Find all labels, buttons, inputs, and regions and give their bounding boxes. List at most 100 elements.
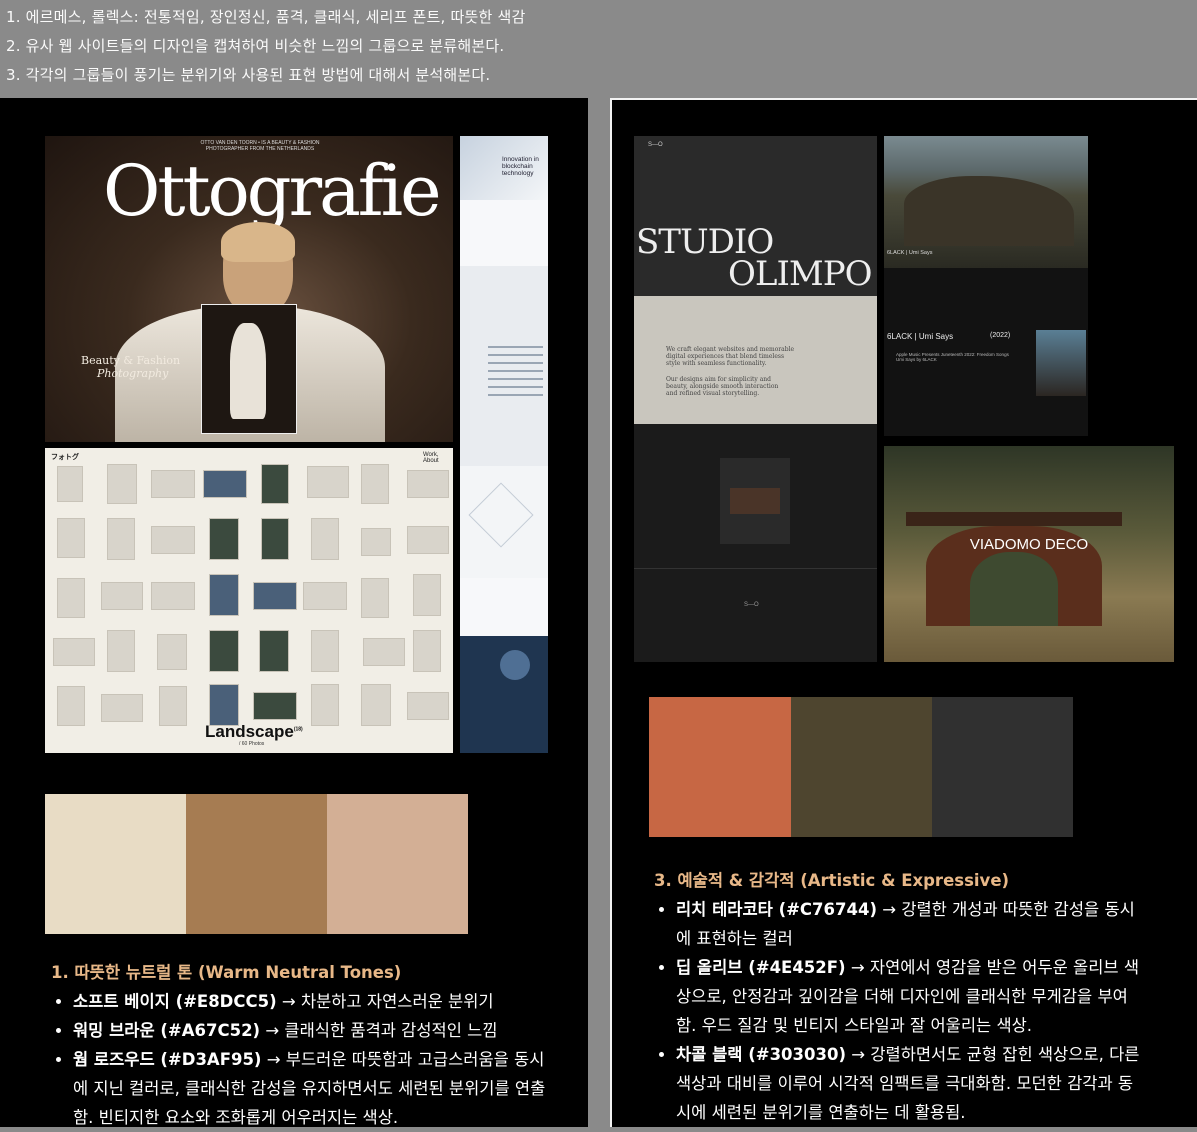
studio-project-thumb (730, 488, 780, 514)
landscape-nav[interactable]: Work, About (423, 452, 453, 464)
landscape-logo: フォトグ (51, 454, 79, 461)
photo-thumb[interactable] (57, 466, 83, 502)
photo-thumb[interactable] (159, 686, 187, 726)
divider (634, 568, 877, 569)
swatch-warm-rosewood (327, 794, 468, 934)
blockchain-section-4 (460, 466, 548, 578)
photo-thumb[interactable] (407, 470, 449, 498)
photo-thumb[interactable] (253, 692, 297, 720)
blockchain-section-2 (460, 200, 548, 266)
photo-thumb[interactable] (311, 518, 339, 560)
photo-thumb[interactable] (203, 470, 247, 498)
studio-body-2: Our designs aim for simplicity and beaut… (666, 376, 779, 397)
list-item: 웜 로즈우드 (#D3AF95) → 부드러운 따뜻함과 고급스러움을 동시에 … (73, 1045, 556, 1132)
photo-thumb[interactable] (209, 574, 239, 616)
photo-thumb[interactable] (311, 684, 339, 726)
instruction-line-3: 3. 각각의 그룹들이 풍기는 분위기와 사용된 표현 방법에 대해서 분석해본… (6, 66, 491, 84)
photo-thumb[interactable] (101, 582, 143, 610)
photo-thumb[interactable] (57, 518, 85, 558)
photo-thumb[interactable] (407, 526, 449, 554)
photo-thumb[interactable] (209, 630, 239, 672)
6lack-title: 6LACK | Umi Says (887, 332, 954, 341)
list-item: 소프트 베이지 (#E8DCC5) → 차분하고 자연스러운 분위기 (73, 987, 556, 1016)
table-top (906, 512, 1122, 526)
studio-about-section: We craft elegant websites and memorable … (634, 296, 877, 424)
photo-thumb[interactable] (311, 630, 339, 672)
blockchain-section-3 (460, 266, 548, 466)
photo-thumb[interactable] (57, 578, 85, 618)
viadomo-title: VIADOMO DECO (969, 536, 1089, 553)
photo-thumb[interactable] (307, 466, 349, 498)
photo-thumb[interactable] (151, 526, 195, 554)
studio-footer-logo: S—O (744, 602, 759, 608)
studio-body-1: We craft elegant websites and memorable … (666, 346, 795, 367)
photo-thumb[interactable] (303, 582, 347, 610)
photo-thumb[interactable] (107, 518, 135, 560)
blockchain-bullets (488, 346, 543, 348)
list-item: 차콜 블랙 (#303030) → 강렬하면서도 균형 잡힌 색상으로, 다른 … (676, 1040, 1144, 1127)
photo-thumb[interactable] (151, 582, 195, 610)
photo-thumb[interactable] (407, 692, 449, 720)
6lack-description: Apple Music Presents Juneteenth 2022: Fr… (896, 352, 1009, 362)
studio-logo: S—O (648, 142, 663, 148)
photo-thumb[interactable] (209, 684, 239, 726)
photo-thumb[interactable] (361, 528, 391, 556)
color-desc: → 클래식한 품격과 감성적인 느낌 (260, 1021, 498, 1040)
notes-heading: 3. 예술적 & 감각적 (Artistic & Expressive) (654, 871, 1010, 890)
photo-thumb[interactable] (259, 630, 289, 672)
6lack-screenshot: 6LACK | Umi Says 6LACK | Umi Says (2022)… (884, 136, 1088, 436)
photo-thumb[interactable] (101, 694, 143, 722)
right-moodboard-panel: S—O STUDIO OLIMPO We craft elegant websi… (610, 98, 1197, 1127)
swatch-soft-beige (45, 794, 186, 934)
inset-photo (201, 304, 297, 434)
inset-figure (230, 323, 266, 419)
swatch-charcoal-black (932, 697, 1073, 837)
photo-thumb[interactable] (363, 638, 405, 666)
photo-thumb[interactable] (261, 518, 289, 560)
blockchain-footer (460, 636, 548, 753)
photo-thumb[interactable] (253, 582, 297, 610)
model-hair (221, 222, 295, 262)
color-name: 워밍 브라운 (#A67C52) (73, 1021, 261, 1040)
viadomo-screenshot: VIADOMO DECO (884, 446, 1174, 662)
landscape-count: (18) (293, 726, 303, 733)
landscape-screenshot: フォトグ Work, About Landscape(18) / 60 Phot… (45, 448, 453, 753)
photo-thumb[interactable] (53, 638, 95, 666)
swatch-deep-olive (791, 697, 932, 837)
left-moodboard-panel: OTTO VAN DEN TOORN • IS A BEAUTY & FASHI… (0, 98, 588, 1127)
warm-neutral-notes: 1. 따뜻한 뉴트럴 톤 (Warm Neutral Tones) 소프트 베이… (51, 958, 556, 1132)
ottografie-screenshot: OTTO VAN DEN TOORN • IS A BEAUTY & FASHI… (45, 136, 453, 442)
photo-thumb[interactable] (261, 464, 289, 504)
instructions-header: 1. 에르메스, 롤렉스: 전통적임, 장인정신, 품격, 클래식, 세리프 폰… (0, 0, 1197, 98)
artistic-notes: 3. 예술적 & 감각적 (Artistic & Expressive) 리치 … (654, 866, 1144, 1127)
photo-thumb[interactable] (361, 578, 389, 618)
blockchain-network-icon (500, 650, 530, 680)
photo-thumb[interactable] (107, 630, 135, 672)
photo-thumb[interactable] (57, 686, 85, 726)
photo-thumb[interactable] (151, 470, 195, 498)
photo-thumb[interactable] (413, 574, 441, 616)
photo-thumb[interactable] (107, 464, 137, 504)
list-item: 워밍 브라운 (#A67C52) → 클래식한 품격과 감성적인 느낌 (73, 1016, 556, 1045)
photo-thumb[interactable] (361, 684, 391, 726)
ottografie-subtitle-2: Photography (97, 367, 169, 380)
instruction-line-2: 2. 유사 웹 사이트들의 디자인을 캡쳐하여 비슷한 느낌의 그룹으로 분류해… (6, 37, 505, 55)
6lack-photo[interactable] (1036, 330, 1086, 396)
photo-thumb[interactable] (157, 634, 187, 670)
color-name: 리치 테라코타 (#C76744) (676, 900, 877, 919)
studio-title-line-2: OLIMPO (728, 254, 872, 294)
photo-thumb[interactable] (413, 630, 441, 672)
landscape-title: Landscape(18) (205, 722, 303, 742)
6lack-year: (2022) (990, 332, 1011, 339)
6lack-hero-caption: 6LACK | Umi Says (887, 250, 933, 256)
studio-olimpo-screenshot: S—O STUDIO OLIMPO We craft elegant websi… (634, 136, 877, 662)
blockchain-screenshot: Innovation in blockchain technology (460, 136, 548, 753)
ottografie-subtitle-1: Beauty & Fashion (81, 354, 181, 367)
swatch-warm-brown (186, 794, 327, 934)
photo-thumb[interactable] (209, 518, 239, 560)
color-desc: → 차분하고 자연스러운 분위기 (276, 992, 494, 1011)
photo-thumb[interactable] (361, 464, 389, 504)
studio-project-image[interactable] (720, 458, 790, 544)
landscape-subtitle: / 60 Photos (239, 741, 265, 747)
notes-list: 리치 테라코타 (#C76744) → 강렬한 개성과 따뜻한 감성을 동시에 … (654, 895, 1144, 1127)
